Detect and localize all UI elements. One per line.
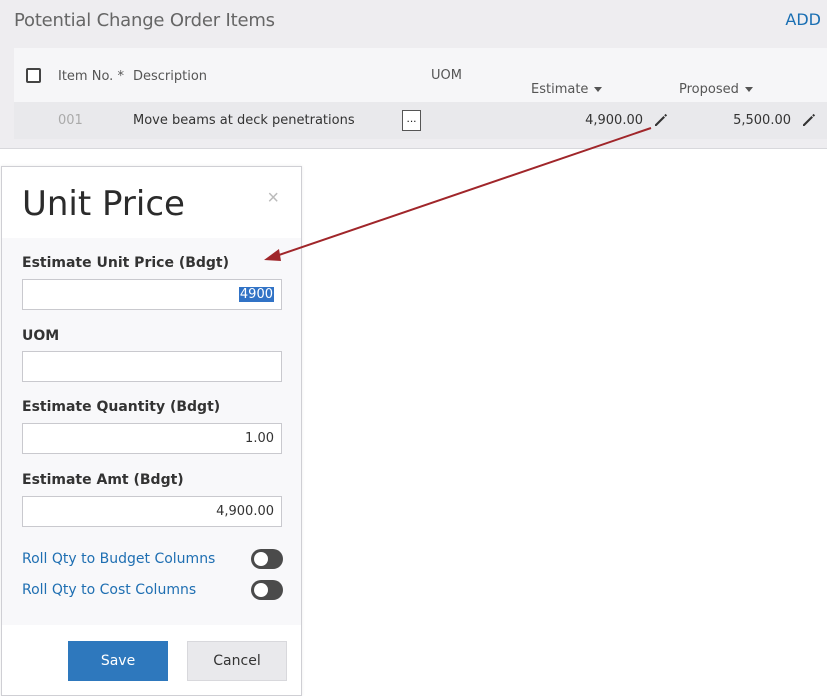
pco-items-panel: Potential Change Order Items ADD Item No… xyxy=(0,0,827,149)
cancel-button[interactable]: Cancel xyxy=(187,641,287,681)
dialog-title: Unit Price xyxy=(22,184,185,224)
column-header-estimate[interactable]: Estimate xyxy=(531,82,603,97)
edit-estimate-pencil-icon[interactable] xyxy=(653,112,669,128)
estimate-unit-price-input[interactable]: 4900 xyxy=(22,279,282,310)
dialog-footer: Save Cancel xyxy=(2,625,301,695)
row-proposed: 5,500.00 xyxy=(733,113,791,128)
column-header-proposed[interactable]: Proposed xyxy=(679,82,753,97)
dialog-body: Estimate Unit Price (Bdgt) 4900 UOM Esti… xyxy=(2,238,301,625)
items-grid: Item No. * Description UOM Estimate Prop… xyxy=(14,48,827,139)
uom-input[interactable] xyxy=(22,351,282,382)
panel-title: Potential Change Order Items xyxy=(14,10,275,31)
unit-price-dialog: Unit Price × Estimate Unit Price (Bdgt) … xyxy=(1,166,302,696)
estimate-unit-price-label: Estimate Unit Price (Bdgt) xyxy=(22,255,230,271)
uom-label: UOM xyxy=(22,328,60,344)
roll-qty-cost-toggle[interactable] xyxy=(251,580,283,600)
column-header-item-no[interactable]: Item No. * xyxy=(58,69,124,84)
sort-caret-icon xyxy=(744,87,753,92)
dialog-header: Unit Price × xyxy=(2,167,301,238)
estimate-quantity-label: Estimate Quantity (Bdgt) xyxy=(22,399,221,415)
grid-header: Item No. * Description UOM Estimate Prop… xyxy=(14,48,827,102)
proposed-header-label: Proposed xyxy=(679,82,739,97)
estimate-header-label: Estimate xyxy=(531,82,589,97)
column-header-uom[interactable]: UOM xyxy=(431,68,462,83)
add-link[interactable]: ADD xyxy=(785,10,821,29)
estimate-amt-input[interactable]: 4,900.00 xyxy=(22,496,282,527)
row-estimate: 4,900.00 xyxy=(585,113,643,128)
edit-proposed-pencil-icon[interactable] xyxy=(801,112,817,128)
table-row[interactable]: 001 Move beams at deck penetrations ... … xyxy=(14,102,827,139)
estimate-amt-label: Estimate Amt (Bdgt) xyxy=(22,472,184,488)
row-description: Move beams at deck penetrations xyxy=(133,113,355,128)
roll-qty-budget-toggle[interactable] xyxy=(251,549,283,569)
row-item-no: 001 xyxy=(58,113,83,128)
column-header-description[interactable]: Description xyxy=(133,69,207,84)
sort-caret-icon xyxy=(594,87,603,92)
close-icon[interactable]: × xyxy=(267,187,279,210)
save-button[interactable]: Save xyxy=(68,641,168,681)
estimate-quantity-input[interactable]: 1.00 xyxy=(22,423,282,454)
toggle-knob xyxy=(254,583,268,597)
selected-value-text: 4900 xyxy=(238,287,274,302)
roll-qty-budget-label[interactable]: Roll Qty to Budget Columns xyxy=(22,551,215,567)
uom-lookup-button[interactable]: ... xyxy=(402,110,421,131)
roll-qty-cost-label[interactable]: Roll Qty to Cost Columns xyxy=(22,582,196,598)
toggle-knob xyxy=(254,552,268,566)
select-all-checkbox[interactable] xyxy=(26,68,41,83)
